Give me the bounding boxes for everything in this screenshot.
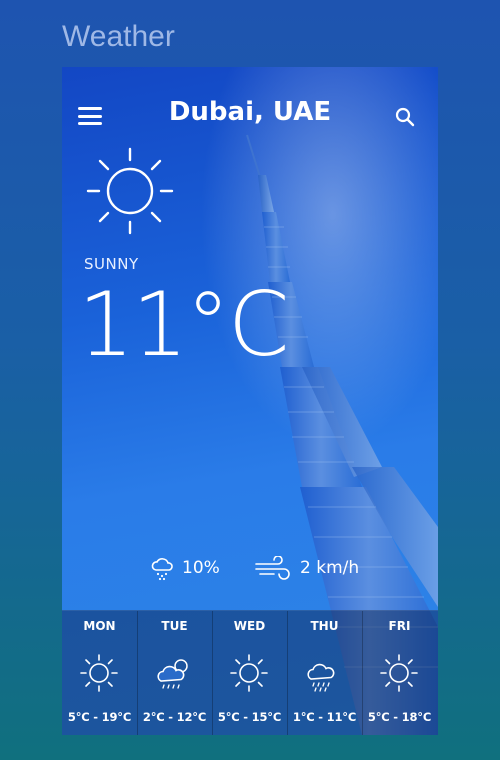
- rain-cloud-icon: [151, 558, 173, 581]
- forecast-day-name: TUE: [161, 619, 188, 633]
- forecast-day[interactable]: THU 1°C - 11°C: [287, 611, 363, 735]
- forecast-temp-range: 1°C - 11°C: [292, 710, 357, 724]
- weather-card: Dubai, UAE SUNNY 11°C 10% 2 km/h MON 5°C…: [62, 67, 438, 735]
- sun-icon: [80, 654, 118, 692]
- weather-condition: SUNNY: [84, 255, 139, 273]
- forecast-day[interactable]: MON 5°C - 19°C: [62, 611, 138, 735]
- top-bar: Dubai, UAE: [62, 95, 438, 135]
- wind-metric: 2 km/h: [254, 553, 359, 583]
- precipitation-value: 10%: [182, 558, 220, 578]
- cloud-rain-icon: [157, 659, 188, 689]
- forecast-temp-range: 5°C - 15°C: [217, 710, 282, 724]
- cloud-rain-icon: [307, 663, 335, 692]
- wind-value: 2 km/h: [300, 558, 360, 578]
- forecast-temp-range: 5°C - 18°C: [367, 710, 432, 724]
- sun-icon: [230, 654, 268, 692]
- forecast-day[interactable]: FRI 5°C - 18°C: [362, 611, 438, 735]
- weather-metrics: 10% 2 km/h: [150, 553, 430, 583]
- city-title: Dubai, UAE: [168, 97, 332, 127]
- forecast-day-name: THU: [310, 619, 339, 633]
- sun-icon: [380, 654, 418, 692]
- forecast-day-name: MON: [83, 619, 116, 633]
- forecast-day-name: WED: [233, 619, 266, 633]
- current-temperature: 11°C: [78, 273, 289, 376]
- forecast-temp-range: 5°C - 19°C: [67, 710, 132, 724]
- precipitation-metric: 10%: [150, 553, 220, 583]
- forecast-day[interactable]: TUE 2°C - 12°C: [137, 611, 213, 735]
- forecast-day[interactable]: WED 5°C - 15°C: [212, 611, 288, 735]
- forecast-strip: MON 5°C - 19°C TUE 2°C - 12°C WED 5°C - …: [62, 610, 438, 735]
- forecast-temp-range: 2°C - 12°C: [142, 710, 207, 724]
- page-heading: Weather: [62, 20, 175, 53]
- sun-icon: [86, 147, 174, 235]
- search-icon[interactable]: [394, 106, 416, 128]
- wind-icon: [255, 556, 290, 580]
- forecast-day-name: FRI: [388, 619, 411, 633]
